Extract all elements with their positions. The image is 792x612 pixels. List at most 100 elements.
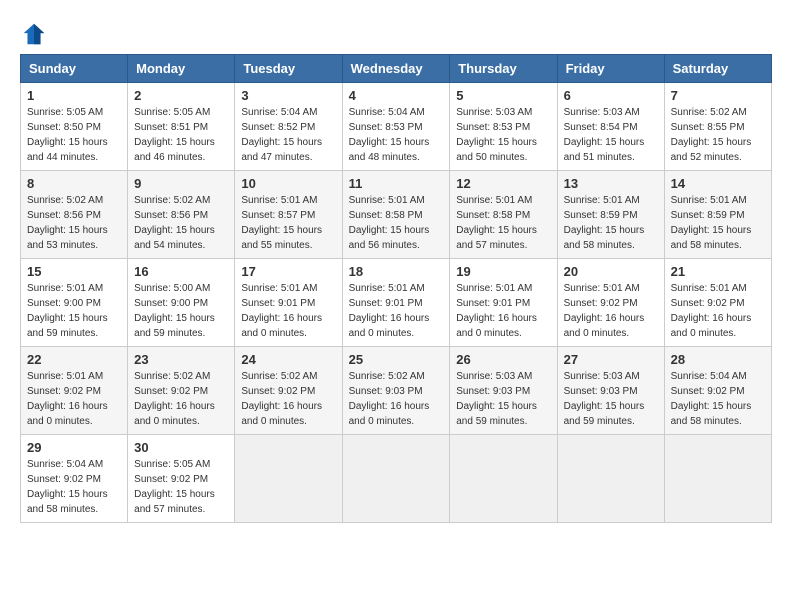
day-number: 7 [671, 88, 765, 103]
day-number: 20 [564, 264, 658, 279]
logo [20, 20, 52, 48]
calendar-week-2: 8 Sunrise: 5:02 AM Sunset: 8:56 PM Daylig… [21, 171, 772, 259]
calendar-cell: 19 Sunrise: 5:01 AM Sunset: 9:01 PM Dayli… [450, 259, 557, 347]
calendar-cell: 13 Sunrise: 5:01 AM Sunset: 8:59 PM Dayli… [557, 171, 664, 259]
calendar-cell: 27 Sunrise: 5:03 AM Sunset: 9:03 PM Dayli… [557, 347, 664, 435]
calendar-cell: 21 Sunrise: 5:01 AM Sunset: 9:02 PM Dayli… [664, 259, 771, 347]
calendar-week-4: 22 Sunrise: 5:01 AM Sunset: 9:02 PM Dayli… [21, 347, 772, 435]
day-number: 2 [134, 88, 228, 103]
day-number: 30 [134, 440, 228, 455]
calendar-week-3: 15 Sunrise: 5:01 AM Sunset: 9:00 PM Dayli… [21, 259, 772, 347]
calendar-cell: 2 Sunrise: 5:05 AM Sunset: 8:51 PM Daylig… [128, 83, 235, 171]
calendar-header-friday: Friday [557, 55, 664, 83]
calendar-cell [342, 435, 450, 523]
day-number: 5 [456, 88, 550, 103]
calendar-header-wednesday: Wednesday [342, 55, 450, 83]
day-number: 14 [671, 176, 765, 191]
day-number: 26 [456, 352, 550, 367]
calendar-table: SundayMondayTuesdayWednesdayThursdayFrid… [20, 54, 772, 523]
calendar-cell: 3Sunrise: 5:04 AM Sunset: 8:52 PM Daylig… [235, 83, 342, 171]
day-info: Sunrise: 5:02 AM Sunset: 9:02 PM Dayligh… [134, 369, 228, 429]
page-header [20, 20, 772, 48]
day-info: Sunrise: 5:02 AM Sunset: 9:03 PM Dayligh… [349, 369, 444, 429]
day-number: 15 [27, 264, 121, 279]
day-number: 12 [456, 176, 550, 191]
day-number: 23 [134, 352, 228, 367]
day-info: Sunrise: 5:04 AM Sunset: 8:52 PM Dayligh… [241, 105, 335, 165]
calendar-cell: 1 Sunrise: 5:05 AM Sunset: 8:50 PM Daylig… [21, 83, 128, 171]
calendar-cell: 6 Sunrise: 5:03 AM Sunset: 8:54 PM Daylig… [557, 83, 664, 171]
day-number: 22 [27, 352, 121, 367]
day-info: Sunrise: 5:03 AM Sunset: 8:54 PM Dayligh… [564, 105, 658, 165]
day-number: 11 [349, 176, 444, 191]
calendar-header-monday: Monday [128, 55, 235, 83]
day-number: 24 [241, 352, 335, 367]
calendar-cell [450, 435, 557, 523]
day-info: Sunrise: 5:02 AM Sunset: 8:56 PM Dayligh… [27, 193, 121, 253]
calendar-cell: 20 Sunrise: 5:01 AM Sunset: 9:02 PM Dayli… [557, 259, 664, 347]
day-number: 13 [564, 176, 658, 191]
day-info: Sunrise: 5:05 AM Sunset: 8:51 PM Dayligh… [134, 105, 228, 165]
calendar-week-5: 29 Sunrise: 5:04 AM Sunset: 9:02 PM Dayli… [21, 435, 772, 523]
day-info: Sunrise: 5:02 AM Sunset: 8:56 PM Dayligh… [134, 193, 228, 253]
day-info: Sunrise: 5:01 AM Sunset: 9:01 PM Dayligh… [456, 281, 550, 341]
calendar-cell: 18 Sunrise: 5:01 AM Sunset: 9:01 PM Dayli… [342, 259, 450, 347]
day-info: Sunrise: 5:03 AM Sunset: 8:53 PM Dayligh… [456, 105, 550, 165]
day-info: Sunrise: 5:05 AM Sunset: 8:50 PM Dayligh… [27, 105, 121, 165]
day-number: 18 [349, 264, 444, 279]
day-info: Sunrise: 5:00 AM Sunset: 9:00 PM Dayligh… [134, 281, 228, 341]
day-info: Sunrise: 5:05 AM Sunset: 9:02 PM Dayligh… [134, 457, 228, 517]
calendar-header-saturday: Saturday [664, 55, 771, 83]
day-number: 1 [27, 88, 121, 103]
day-info: Sunrise: 5:01 AM Sunset: 8:58 PM Dayligh… [349, 193, 444, 253]
day-info: Sunrise: 5:04 AM Sunset: 9:02 PM Dayligh… [27, 457, 121, 517]
day-number: 19 [456, 264, 550, 279]
logo-icon [20, 20, 48, 48]
day-info: Sunrise: 5:01 AM Sunset: 8:59 PM Dayligh… [671, 193, 765, 253]
calendar-cell: 10Sunrise: 5:01 AM Sunset: 8:57 PM Dayli… [235, 171, 342, 259]
day-info: Sunrise: 5:01 AM Sunset: 9:01 PM Dayligh… [241, 281, 335, 341]
day-number: 27 [564, 352, 658, 367]
day-info: Sunrise: 5:01 AM Sunset: 8:59 PM Dayligh… [564, 193, 658, 253]
day-number: 4 [349, 88, 444, 103]
day-info: Sunrise: 5:01 AM Sunset: 8:58 PM Dayligh… [456, 193, 550, 253]
calendar-cell: 7Sunrise: 5:02 AM Sunset: 8:55 PM Daylig… [664, 83, 771, 171]
calendar-cell: 8 Sunrise: 5:02 AM Sunset: 8:56 PM Daylig… [21, 171, 128, 259]
calendar-cell: 14 Sunrise: 5:01 AM Sunset: 8:59 PM Dayli… [664, 171, 771, 259]
day-info: Sunrise: 5:01 AM Sunset: 9:02 PM Dayligh… [564, 281, 658, 341]
calendar-cell: 28 Sunrise: 5:04 AM Sunset: 9:02 PM Dayli… [664, 347, 771, 435]
day-info: Sunrise: 5:03 AM Sunset: 9:03 PM Dayligh… [564, 369, 658, 429]
day-number: 9 [134, 176, 228, 191]
calendar-header-row: SundayMondayTuesdayWednesdayThursdayFrid… [21, 55, 772, 83]
day-info: Sunrise: 5:03 AM Sunset: 9:03 PM Dayligh… [456, 369, 550, 429]
day-info: Sunrise: 5:01 AM Sunset: 9:00 PM Dayligh… [27, 281, 121, 341]
day-number: 17 [241, 264, 335, 279]
calendar-cell: 5 Sunrise: 5:03 AM Sunset: 8:53 PM Daylig… [450, 83, 557, 171]
calendar-cell [557, 435, 664, 523]
day-number: 8 [27, 176, 121, 191]
day-info: Sunrise: 5:01 AM Sunset: 8:57 PM Dayligh… [241, 193, 335, 253]
calendar-week-1: 1 Sunrise: 5:05 AM Sunset: 8:50 PM Daylig… [21, 83, 772, 171]
calendar-header-thursday: Thursday [450, 55, 557, 83]
calendar-cell: 15 Sunrise: 5:01 AM Sunset: 9:00 PM Dayli… [21, 259, 128, 347]
calendar-cell [664, 435, 771, 523]
day-info: Sunrise: 5:01 AM Sunset: 9:02 PM Dayligh… [27, 369, 121, 429]
calendar-cell: 26 Sunrise: 5:03 AM Sunset: 9:03 PM Dayli… [450, 347, 557, 435]
day-number: 16 [134, 264, 228, 279]
calendar-header-tuesday: Tuesday [235, 55, 342, 83]
calendar-cell [235, 435, 342, 523]
day-info: Sunrise: 5:01 AM Sunset: 9:02 PM Dayligh… [671, 281, 765, 341]
day-info: Sunrise: 5:01 AM Sunset: 9:01 PM Dayligh… [349, 281, 444, 341]
calendar-cell: 25 Sunrise: 5:02 AM Sunset: 9:03 PM Dayli… [342, 347, 450, 435]
day-number: 21 [671, 264, 765, 279]
calendar-cell: 24 Sunrise: 5:02 AM Sunset: 9:02 PM Dayli… [235, 347, 342, 435]
day-number: 28 [671, 352, 765, 367]
day-number: 25 [349, 352, 444, 367]
calendar-cell: 29 Sunrise: 5:04 AM Sunset: 9:02 PM Dayli… [21, 435, 128, 523]
day-number: 29 [27, 440, 121, 455]
day-info: Sunrise: 5:02 AM Sunset: 9:02 PM Dayligh… [241, 369, 335, 429]
calendar-cell: 16 Sunrise: 5:00 AM Sunset: 9:00 PM Dayli… [128, 259, 235, 347]
calendar-cell: 30 Sunrise: 5:05 AM Sunset: 9:02 PM Dayli… [128, 435, 235, 523]
day-info: Sunrise: 5:04 AM Sunset: 9:02 PM Dayligh… [671, 369, 765, 429]
day-number: 6 [564, 88, 658, 103]
